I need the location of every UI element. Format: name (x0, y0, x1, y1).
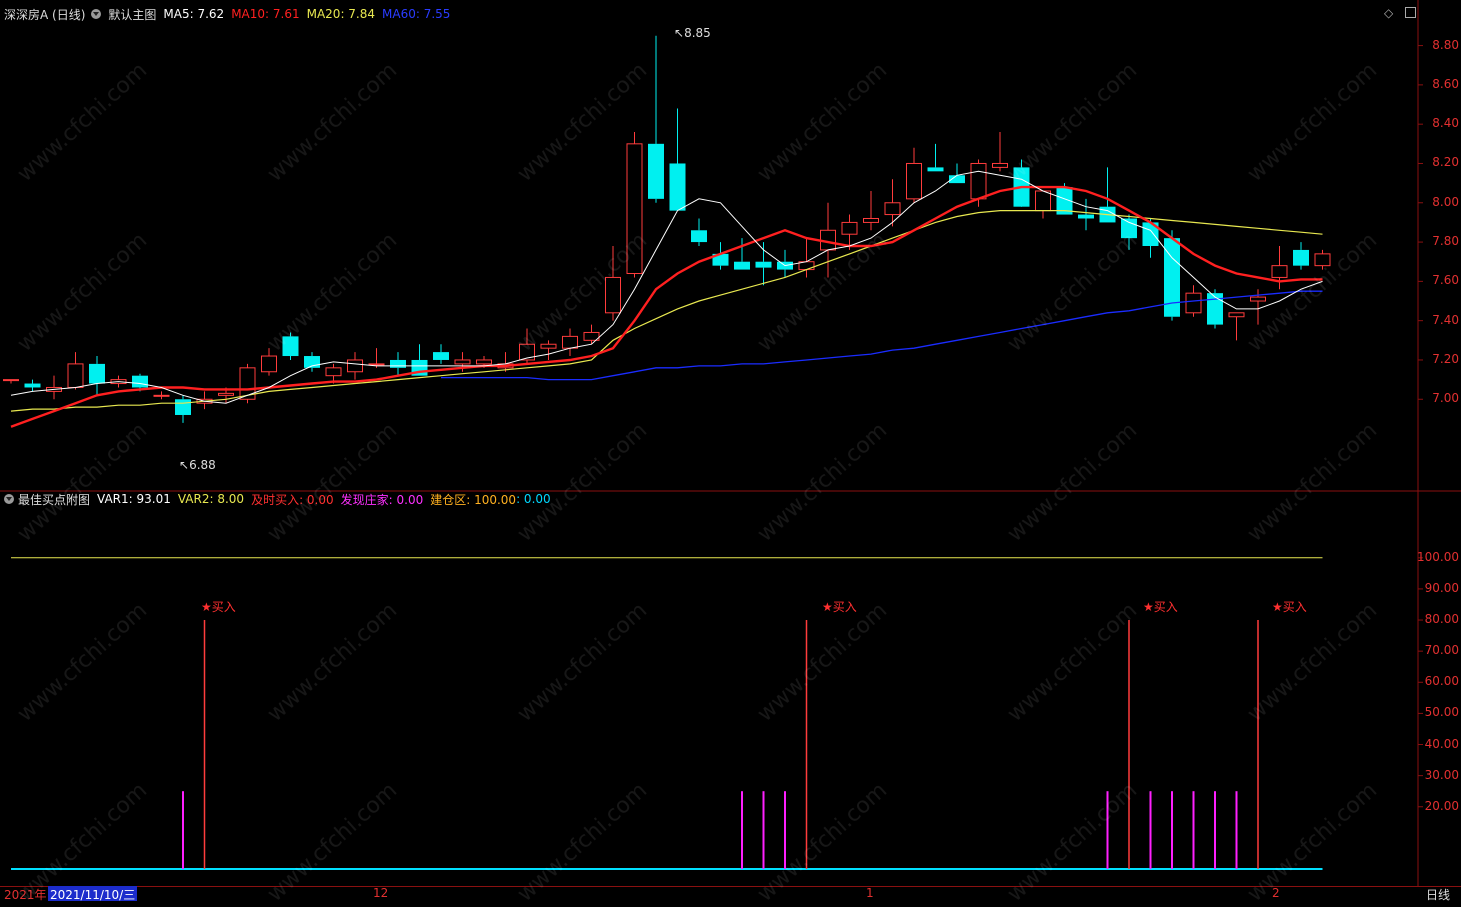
candle-body (153, 394, 170, 397)
candle-body (648, 143, 664, 199)
candle-body (476, 359, 492, 365)
candle-body (1207, 293, 1223, 325)
candle-body (755, 261, 772, 268)
price-tick-label: 8.40 (1432, 116, 1459, 131)
candle-body (1035, 190, 1051, 212)
sub-tick-label: 90.00 (1424, 580, 1459, 595)
price-tick-label: 8.00 (1432, 194, 1459, 209)
high-value: 8.85 (684, 26, 711, 40)
candle-body (3, 379, 19, 382)
candle-body (734, 261, 750, 270)
low-annotation: ↖6.88 (179, 458, 216, 472)
price-tick-label: 7.00 (1432, 391, 1459, 406)
sub-tick-label: 40.00 (1424, 736, 1459, 751)
sub-tick-label: 70.00 (1424, 643, 1459, 658)
buy-label: ★买入 (1272, 600, 1307, 614)
candle-body (1228, 312, 1245, 318)
cursor-date: 2021/11/10/三 (48, 886, 138, 902)
candle-body (325, 367, 342, 377)
price-tick-label: 8.20 (1432, 155, 1459, 170)
candle-body (1271, 265, 1288, 278)
candle-body (67, 363, 84, 388)
sub-tick-label: 50.00 (1424, 705, 1459, 720)
candle-body (540, 343, 557, 349)
candle-body (841, 221, 858, 235)
month-12-label: 12 (373, 886, 389, 900)
candle-body (390, 359, 406, 368)
candle-body (691, 230, 707, 243)
candle-body (669, 163, 686, 211)
candle-body (927, 167, 944, 172)
candle-body (368, 363, 385, 366)
sub-tick-label: 30.00 (1424, 767, 1459, 782)
price-tick-label: 8.80 (1432, 37, 1459, 52)
sub-tick-label: 20.00 (1424, 798, 1459, 813)
price-tick-label: 7.60 (1432, 273, 1459, 288)
candle-body (433, 352, 449, 360)
candle-body (454, 359, 471, 365)
high-annotation: ↖8.85 (674, 26, 711, 40)
kline-chart[interactable] (0, 0, 1461, 901)
low-value: 6.88 (189, 458, 216, 472)
candle-body (562, 335, 578, 349)
candle-body (175, 399, 191, 415)
candle-body (261, 355, 277, 373)
candle-body (218, 392, 234, 396)
price-tick-label: 7.20 (1432, 351, 1459, 366)
sub-tick-label: 100.00 (1417, 549, 1459, 564)
candle-body (89, 363, 105, 384)
candle-body (24, 383, 41, 388)
candle-body (863, 217, 879, 223)
month-1-label: 1 (866, 886, 874, 900)
candle-body (884, 202, 901, 216)
period-label[interactable]: 日线 (1426, 886, 1450, 902)
sub-tick-label: 60.00 (1424, 674, 1459, 689)
sub-tick-label: 80.00 (1424, 612, 1459, 627)
buy-label: ★买入 (1143, 600, 1178, 614)
candle-body (1250, 296, 1266, 302)
candle-body (1293, 249, 1309, 266)
buy-label: ★买入 (201, 600, 236, 614)
price-tick-label: 7.40 (1432, 312, 1459, 327)
candle-body (1078, 214, 1094, 219)
price-tick-label: 7.80 (1432, 234, 1459, 249)
price-tick-label: 8.60 (1432, 76, 1459, 91)
candle-body (132, 375, 148, 388)
candle-body (906, 162, 922, 200)
candle-body (970, 162, 987, 200)
candle-body (1185, 292, 1202, 314)
candle-body (347, 359, 363, 373)
buy-label: ★买入 (822, 600, 857, 614)
